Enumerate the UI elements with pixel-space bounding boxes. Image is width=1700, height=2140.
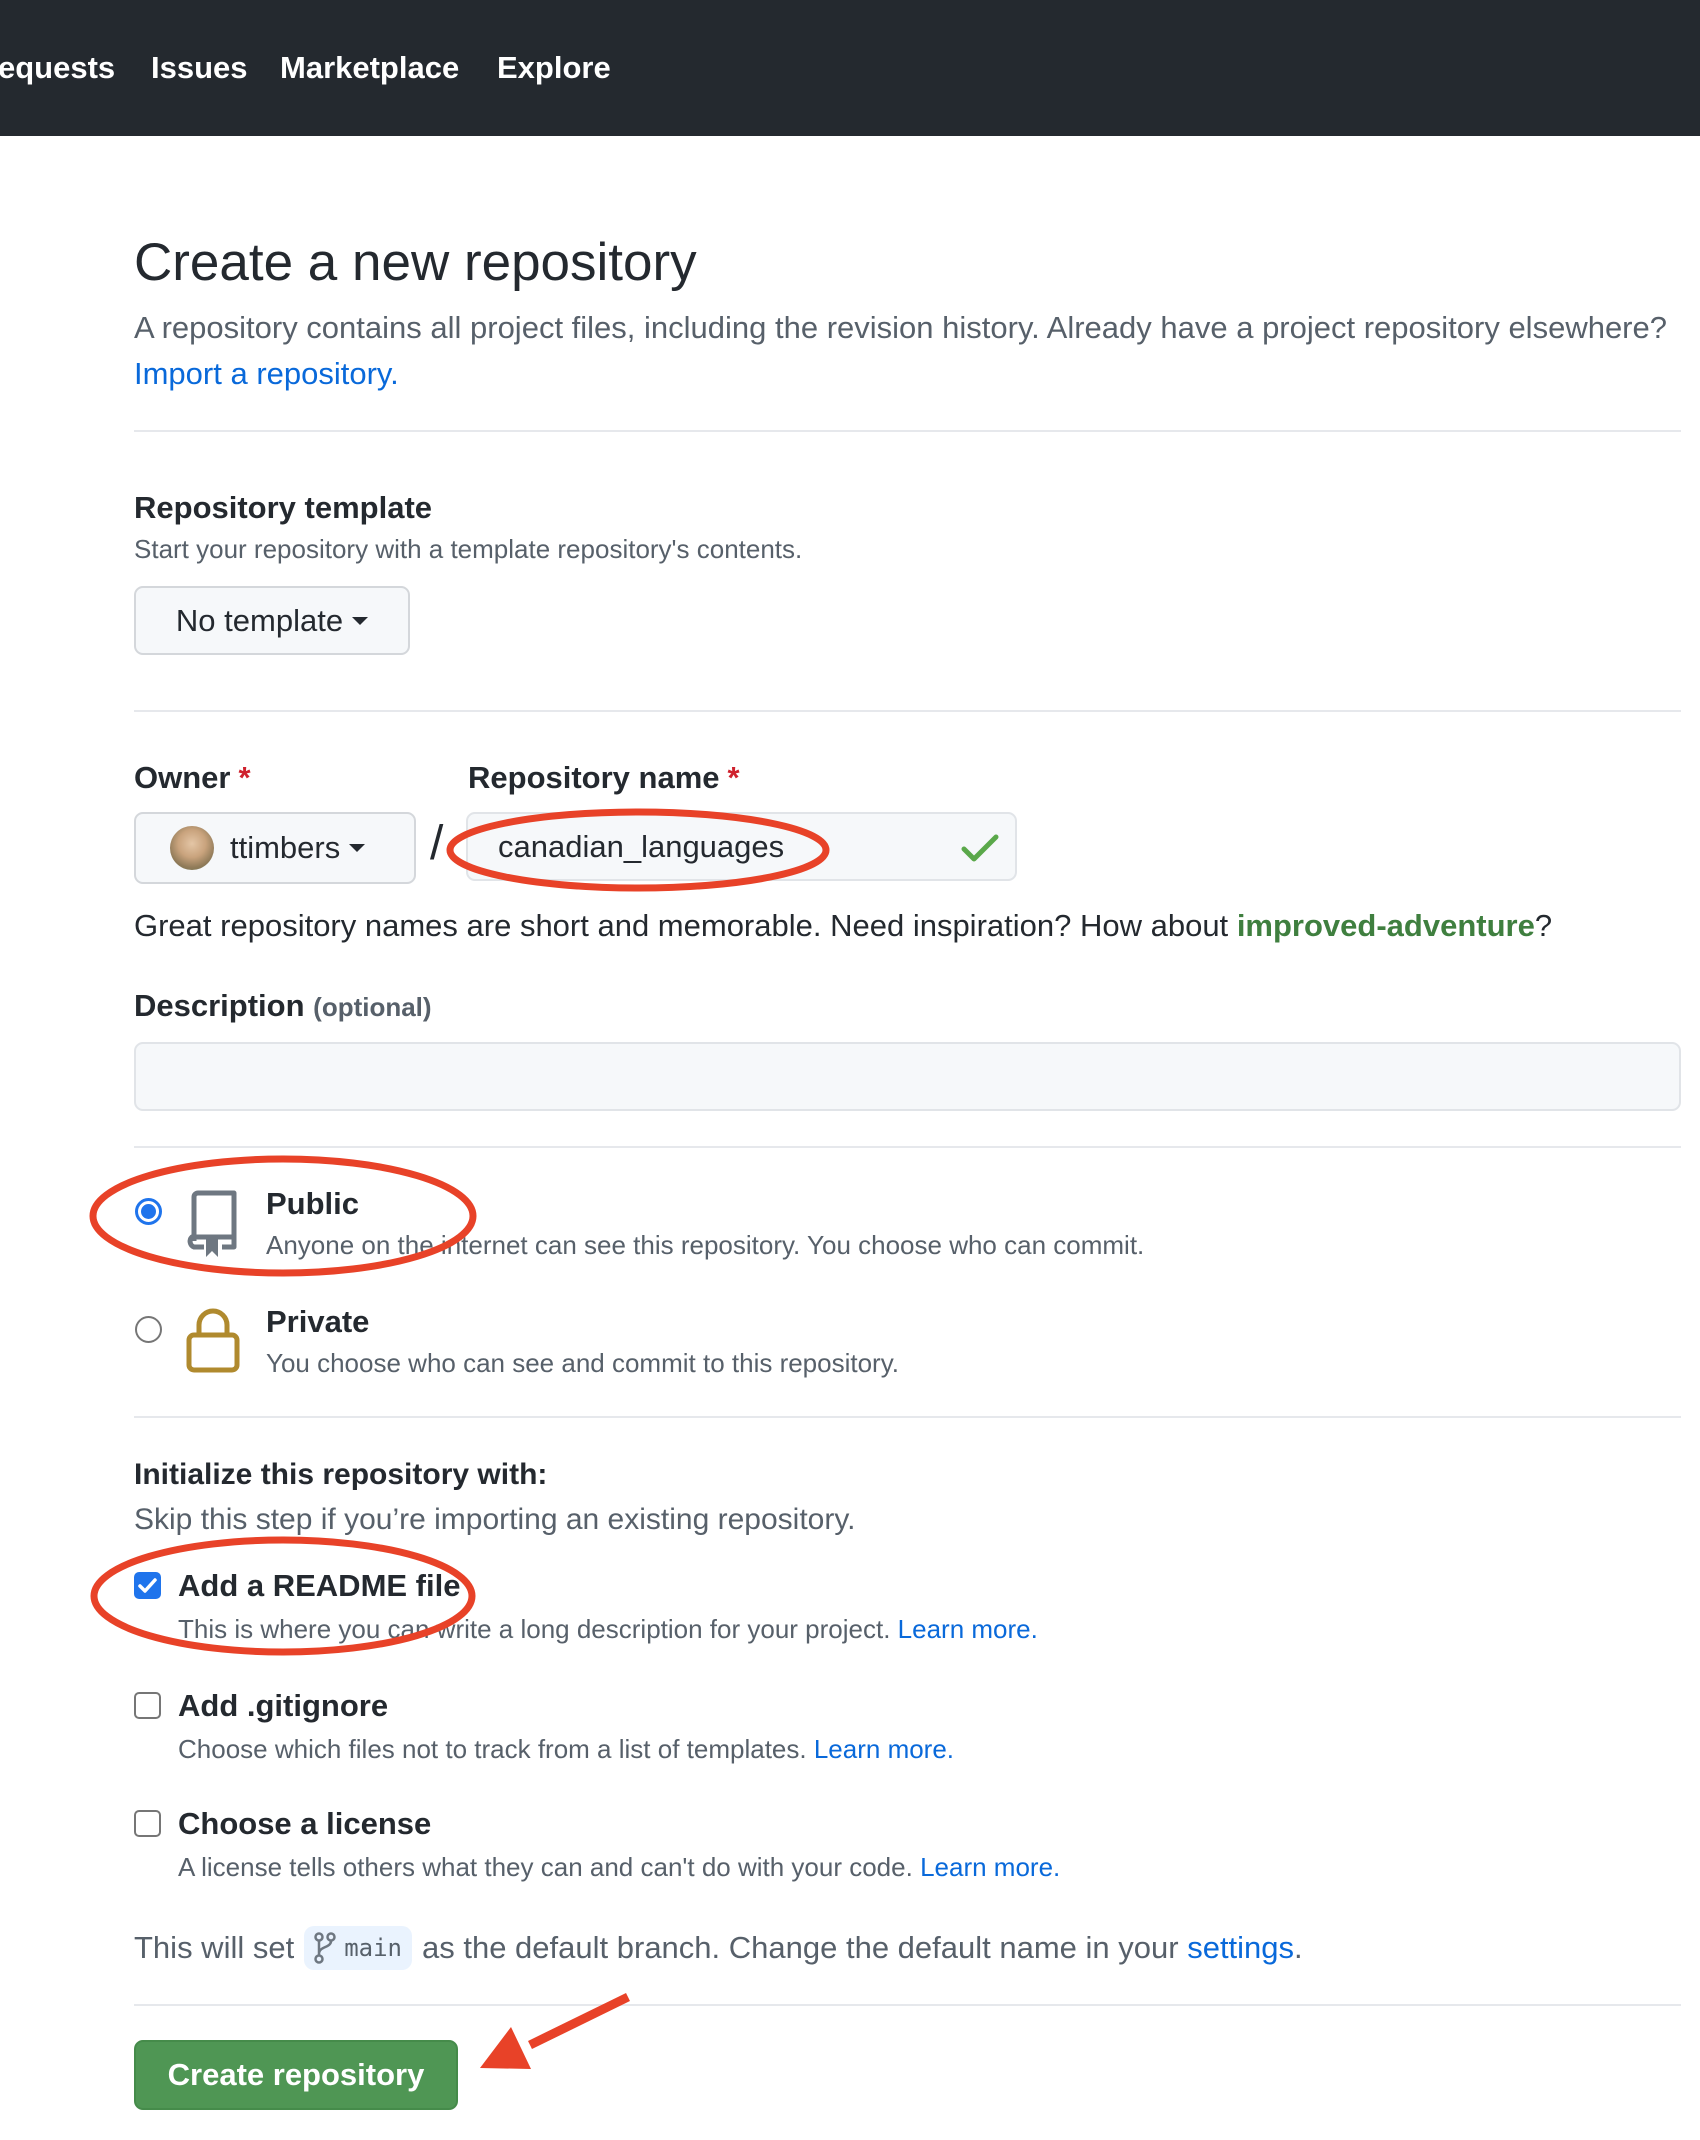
- gitignore-learn-more-link[interactable]: Learn more.: [814, 1734, 954, 1764]
- optional-label: (optional): [313, 992, 432, 1022]
- repository-name-label-text: Repository name: [468, 760, 720, 795]
- nav-marketplace[interactable]: Marketplace: [280, 50, 459, 86]
- owner-label: Owner *: [134, 760, 251, 796]
- readme-title: Add a README file: [178, 1568, 461, 1603]
- gitignore-desc-text: Choose which files not to track from a l…: [178, 1734, 807, 1764]
- visibility-public-radio[interactable]: [135, 1198, 162, 1225]
- hint-suffix: ?: [1534, 908, 1553, 943]
- gitignore-title: Add .gitignore: [178, 1688, 389, 1723]
- hint-text: Great repository names are short and mem…: [134, 908, 1229, 943]
- repository-name-label: Repository name *: [468, 760, 740, 796]
- check-valid-icon: [961, 834, 999, 862]
- nav-pull-requests[interactable]: equests: [0, 50, 115, 86]
- owner-dropdown[interactable]: ttimbers: [134, 812, 416, 884]
- divider: [134, 2004, 1681, 2006]
- git-branch-icon: [314, 1932, 336, 1964]
- caret-down-icon: [349, 844, 366, 852]
- license-desc-text: A license tells others what they can and…: [178, 1852, 913, 1882]
- lead-text: A repository contains all project files,…: [134, 310, 1667, 345]
- required-mark: *: [727, 760, 740, 795]
- nav-explore[interactable]: Explore: [497, 50, 611, 86]
- template-dropdown[interactable]: No template: [134, 586, 410, 655]
- license-title: Choose a license: [178, 1806, 432, 1841]
- owner-repo-separator: /: [430, 817, 444, 870]
- repository-name-input[interactable]: canadian_languages: [466, 812, 1017, 881]
- divider: [134, 430, 1681, 432]
- annotation-arrow-head: [480, 2027, 531, 2069]
- page-title: Create a new repository: [134, 233, 697, 292]
- template-help: Start your repository with a template re…: [134, 534, 803, 564]
- visibility-private-title: Private: [266, 1304, 370, 1339]
- visibility-public-desc: Anyone on the internet can see this repo…: [266, 1230, 1145, 1260]
- repository-name-value: canadian_languages: [498, 828, 785, 864]
- license-checkbox[interactable]: [134, 1810, 161, 1837]
- gitignore-checkbox[interactable]: [134, 1692, 161, 1719]
- divider: [134, 710, 1681, 712]
- branch-name: main: [344, 1934, 402, 1962]
- checkmark-icon: [138, 1578, 157, 1593]
- caret-down-icon: [352, 616, 369, 625]
- branch-note-middle: as the default branch. Change the defaul…: [422, 1930, 1179, 1965]
- default-branch-note: This will set main as the default branch…: [134, 1926, 1303, 1970]
- branch-note-suffix: .: [1294, 1930, 1303, 1965]
- visibility-public-title: Public: [266, 1186, 360, 1221]
- readme-desc: This is where you can write a long descr…: [178, 1614, 1038, 1645]
- divider: [134, 1416, 1681, 1418]
- top-navigation-bar: equests Issues Marketplace Explore: [0, 0, 1700, 136]
- description-label-text: Description: [134, 988, 305, 1023]
- readme-learn-more-link[interactable]: Learn more.: [898, 1614, 1038, 1644]
- initialize-help: Skip this step if you’re importing an ex…: [134, 1503, 856, 1536]
- lock-icon: [186, 1308, 240, 1373]
- import-repository-link[interactable]: Import a repository.: [134, 356, 399, 391]
- divider: [134, 1146, 1681, 1148]
- description-label: Description (optional): [134, 988, 432, 1024]
- nav-issues[interactable]: Issues: [151, 50, 248, 86]
- initialize-label: Initialize this repository with:: [134, 1458, 548, 1491]
- readme-desc-text: This is where you can write a long descr…: [178, 1614, 891, 1644]
- create-repository-button[interactable]: Create repository: [134, 2040, 458, 2110]
- license-desc: A license tells others what they can and…: [178, 1852, 1060, 1883]
- template-selected: No template: [175, 602, 344, 638]
- owner-avatar: [170, 826, 214, 870]
- visibility-private-desc: You choose who can see and commit to thi…: [266, 1348, 900, 1378]
- repo-book-icon: [187, 1190, 237, 1257]
- readme-checkbox[interactable]: [134, 1572, 161, 1599]
- branch-chip: main: [304, 1926, 412, 1970]
- owner-value: ttimbers: [230, 830, 341, 865]
- template-label: Repository template: [134, 490, 433, 525]
- owner-label-text: Owner: [134, 760, 231, 795]
- page-lead: A repository contains all project files,…: [134, 305, 1674, 397]
- branch-note-prefix: This will set: [134, 1930, 295, 1965]
- settings-link[interactable]: settings: [1187, 1930, 1294, 1966]
- required-mark: *: [238, 760, 251, 795]
- gitignore-desc: Choose which files not to track from a l…: [178, 1734, 954, 1765]
- license-learn-more-link[interactable]: Learn more.: [920, 1852, 1060, 1882]
- name-suggestion-link[interactable]: improved-adventure: [1237, 908, 1535, 943]
- description-input[interactable]: [134, 1042, 1681, 1111]
- visibility-private-radio[interactable]: [135, 1316, 162, 1343]
- repository-name-hint: Great repository names are short and mem…: [134, 908, 1552, 944]
